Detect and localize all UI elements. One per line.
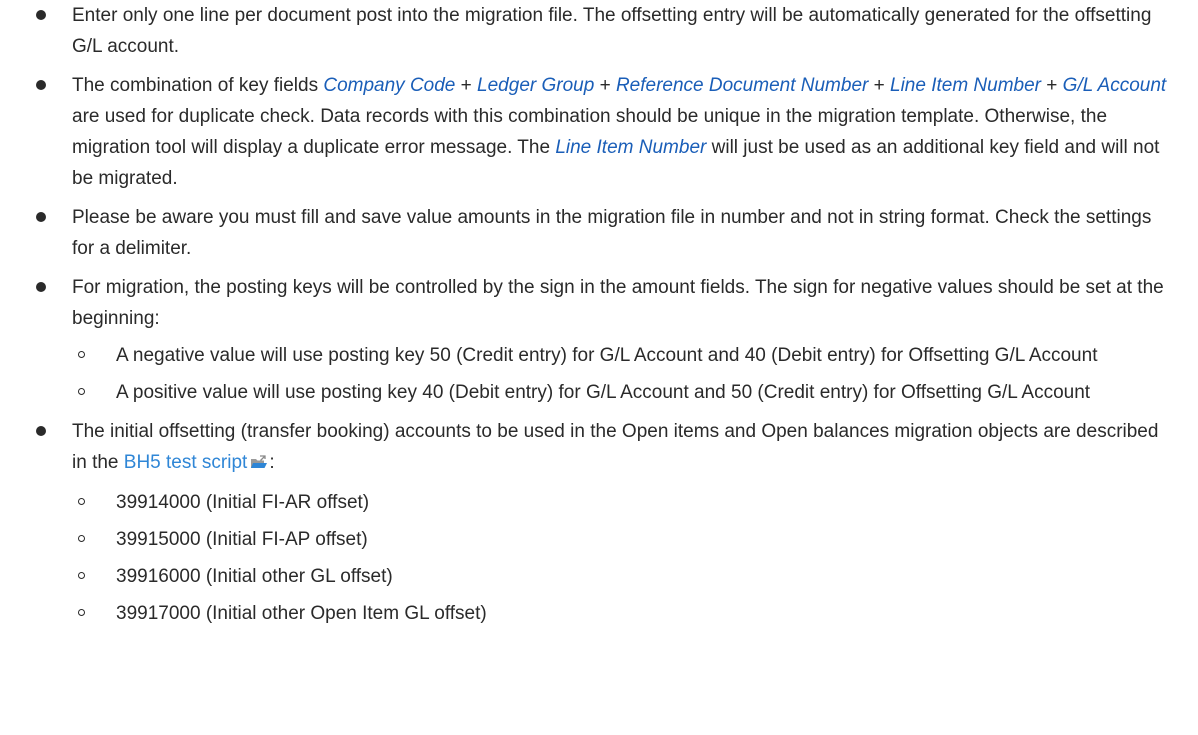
sub-bullet-circle <box>78 388 85 395</box>
field-ref-line-item-number-2: Line Item Number <box>555 137 707 158</box>
bullet-dot <box>36 10 46 20</box>
bullet-text-segment: + <box>455 75 478 96</box>
bullet-item-number-format: Please be aware you must fill and save v… <box>0 202 1198 264</box>
document-page: Enter only one line per document post in… <box>0 0 1198 735</box>
field-ref-ledger-group: Ledger Group <box>477 75 595 96</box>
bullet-text: Enter only one line per document post in… <box>72 5 1152 57</box>
bullet-text-segment: + <box>1041 75 1063 96</box>
bullet-text-segment: + <box>868 75 890 96</box>
sub-list-item: 39917000 (Initial other Open Item GL off… <box>72 598 1178 629</box>
sub-bullet-circle <box>78 498 85 505</box>
field-ref-company-code: Company Code <box>323 75 456 96</box>
bullet-item-offsetting-accounts: The initial offsetting (transfer booking… <box>0 416 1198 629</box>
bullet-dot <box>36 426 46 436</box>
sub-bullet-circle <box>78 351 85 358</box>
bullet-text-segment: : <box>269 452 275 473</box>
bullet-text-segment: The combination of key fields <box>72 75 324 96</box>
sub-item-text: 39917000 (Initial other Open Item GL off… <box>116 603 487 624</box>
bullet-text-segment: + <box>594 75 616 96</box>
bullet-dot <box>36 80 46 90</box>
sub-item-text: A negative value will use posting key 50… <box>116 345 1098 366</box>
external-document-icon[interactable] <box>249 450 269 481</box>
field-ref-gl-account: G/L Account <box>1062 75 1167 96</box>
bullet-dot <box>36 212 46 222</box>
sub-bullet-circle <box>78 609 85 616</box>
sub-list-offset-accounts: 39914000 (Initial FI-AR offset) 39915000… <box>72 487 1178 629</box>
bullet-text: Please be aware you must fill and save v… <box>72 207 1152 259</box>
sub-list-posting-keys: A negative value will use posting key 50… <box>72 340 1178 408</box>
sub-item-text: 39916000 (Initial other GL offset) <box>116 566 393 587</box>
bullet-list: Enter only one line per document post in… <box>0 0 1198 629</box>
sub-list-item: A positive value will use posting key 40… <box>72 377 1178 408</box>
sub-item-text: 39914000 (Initial FI-AR offset) <box>116 492 370 513</box>
bullet-item-posting-keys: For migration, the posting keys will be … <box>0 272 1198 408</box>
bullet-item-single-line: Enter only one line per document post in… <box>0 0 1198 62</box>
field-ref-line-item-number: Line Item Number <box>890 75 1042 96</box>
sub-list-item: 39914000 (Initial FI-AR offset) <box>72 487 1178 518</box>
bullet-text: For migration, the posting keys will be … <box>72 277 1164 329</box>
bh5-test-script-link[interactable]: BH5 test script <box>124 452 248 473</box>
field-ref-reference-document-number: Reference Document Number <box>615 75 869 96</box>
bullet-item-duplicate-check: The combination of key fields Company Co… <box>0 70 1198 194</box>
sub-list-item: 39916000 (Initial other GL offset) <box>72 561 1178 592</box>
sub-bullet-circle <box>78 572 85 579</box>
sub-list-item: 39915000 (Initial FI-AP offset) <box>72 524 1178 555</box>
sub-list-item: A negative value will use posting key 50… <box>72 340 1178 371</box>
sub-item-text: A positive value will use posting key 40… <box>116 382 1091 403</box>
bullet-dot <box>36 282 46 292</box>
sub-bullet-circle <box>78 535 85 542</box>
sub-item-text: 39915000 (Initial FI-AP offset) <box>116 529 368 550</box>
